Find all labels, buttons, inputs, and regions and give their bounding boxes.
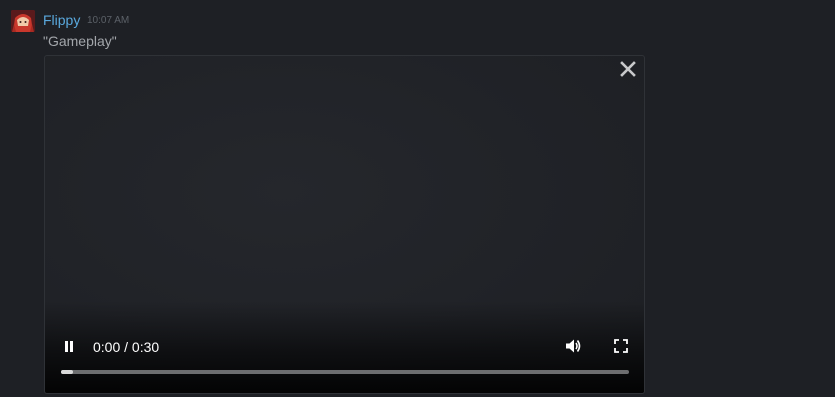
close-icon <box>620 61 636 77</box>
pause-icon <box>65 341 73 352</box>
username[interactable]: Flippy <box>43 12 80 28</box>
timestamp: 10:07 AM <box>87 15 130 26</box>
volume-button[interactable] <box>563 336 583 356</box>
time-display: 0:00 / 0:30 <box>93 339 160 355</box>
close-button[interactable] <box>618 59 638 79</box>
pause-button[interactable] <box>60 336 78 356</box>
message-text: "Gameplay" <box>43 33 117 49</box>
fullscreen-button[interactable] <box>611 336 631 356</box>
video-player[interactable]: 0:00 / 0:30 <box>44 55 645 394</box>
progress-fill <box>61 370 74 374</box>
avatar[interactable] <box>11 10 35 32</box>
fullscreen-icon <box>614 339 628 353</box>
progress-bar[interactable] <box>61 370 629 374</box>
chat-message: Flippy 10:07 AM "Gameplay" 0:00 / 0:30 <box>0 0 835 397</box>
volume-icon <box>566 339 581 353</box>
